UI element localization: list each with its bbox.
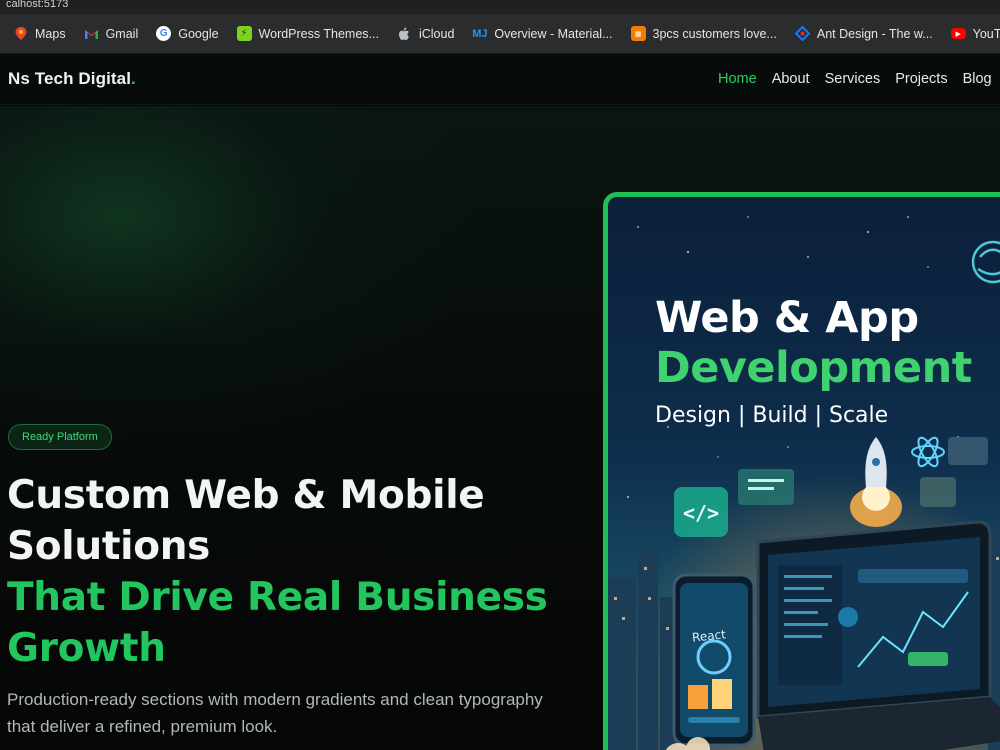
bookmark-label: Google bbox=[178, 26, 219, 41]
subtitle-line-1: Production-ready sections with modern gr… bbox=[7, 690, 543, 709]
bookmark-label: Gmail bbox=[105, 26, 139, 41]
hero-illustration: </> bbox=[608, 216, 1000, 750]
illustration-title: Web & App bbox=[655, 293, 919, 343]
brand-name: Ns Tech Digital bbox=[8, 69, 132, 88]
headline-accent-line-1: That Drive Real Business bbox=[7, 575, 548, 620]
nav-link-services[interactable]: Services bbox=[825, 71, 881, 87]
bookmark-google[interactable]: G Google bbox=[148, 20, 228, 48]
wordpress-themes-icon: ⚡ bbox=[236, 26, 252, 41]
bookmark-youtube[interactable]: ▶ YouTube bbox=[943, 20, 1000, 48]
bookmark-label: iCloud bbox=[418, 26, 455, 41]
hero-headline: Custom Web & Mobile Solutions That Drive… bbox=[7, 470, 567, 674]
nav-link-about[interactable]: About bbox=[772, 71, 810, 87]
brand-logo[interactable]: Ns Tech Digital. bbox=[8, 69, 136, 89]
address-bar-fragment[interactable]: calhost:5173 bbox=[0, 0, 1000, 14]
nav-link-blog[interactable]: Blog bbox=[963, 71, 992, 87]
nav-link-home[interactable]: Home bbox=[718, 71, 757, 87]
bookmark-3pcs[interactable]: ▦ 3pcs customers love... bbox=[623, 20, 787, 48]
bookmark-gmail[interactable]: Gmail bbox=[76, 20, 149, 48]
ant-design-icon bbox=[794, 26, 810, 41]
brain-logo-icon bbox=[971, 240, 1000, 284]
youtube-icon: ▶ bbox=[950, 28, 966, 39]
bookmark-label: WordPress Themes... bbox=[258, 26, 379, 41]
bookmark-label: Ant Design - The w... bbox=[816, 26, 933, 41]
bookmark-maps[interactable]: Maps bbox=[5, 20, 76, 48]
bookmark-wordpress-themes[interactable]: ⚡ WordPress Themes... bbox=[229, 20, 389, 48]
maps-pin-icon bbox=[13, 26, 28, 41]
bookmark-label: Maps bbox=[35, 26, 66, 41]
shop-icon: ▦ bbox=[630, 26, 646, 41]
rocket bbox=[850, 437, 902, 527]
headline-line-2: Solutions bbox=[7, 524, 211, 569]
laptop bbox=[756, 520, 1000, 750]
brand-dot: . bbox=[131, 69, 136, 88]
headline-accent-line-2: Growth bbox=[7, 626, 166, 671]
code-tile: </> bbox=[674, 487, 728, 537]
phone bbox=[672, 573, 756, 747]
bookmarks-bar: Maps Gmail G Google ⚡ WordPress Themes..… bbox=[0, 14, 1000, 54]
gmail-icon bbox=[84, 26, 99, 41]
site-header: Ns Tech Digital. Home About Services Pro… bbox=[0, 55, 1000, 105]
bookmark-material-overview[interactable]: MJ Overview - Material... bbox=[464, 20, 622, 48]
react-atom-icon bbox=[911, 436, 945, 468]
svg-text:</>: </> bbox=[683, 501, 719, 525]
bookmark-icloud[interactable]: iCloud bbox=[389, 20, 464, 48]
illustration-tagline: Design | Build | Scale bbox=[655, 403, 889, 428]
apple-icon bbox=[397, 26, 412, 41]
main-nav: Home About Services Projects Blog C bbox=[718, 71, 1000, 87]
material-ui-icon: MJ bbox=[472, 27, 488, 40]
ready-platform-badge: Ready Platform bbox=[8, 424, 112, 450]
bookmark-label: 3pcs customers love... bbox=[652, 26, 777, 41]
nav-link-projects[interactable]: Projects bbox=[895, 71, 947, 87]
hero-subtitle: Production-ready sections with modern gr… bbox=[7, 686, 567, 740]
bookmark-label: Overview - Material... bbox=[494, 26, 613, 41]
hero-section: Ready Platform Custom Web & Mobile Solut… bbox=[0, 106, 1000, 750]
subtitle-line-2: that deliver a refined, premium look. bbox=[7, 717, 278, 736]
google-icon: G bbox=[156, 26, 172, 41]
headline-line-1: Custom Web & Mobile bbox=[7, 473, 485, 518]
illustration-title-accent: Development bbox=[655, 343, 972, 393]
hero-illustration-card: </> Web & App Development Design | Build… bbox=[603, 192, 1000, 750]
bookmark-ant-design[interactable]: Ant Design - The w... bbox=[787, 20, 943, 48]
bookmark-label: YouTube bbox=[972, 26, 1000, 41]
